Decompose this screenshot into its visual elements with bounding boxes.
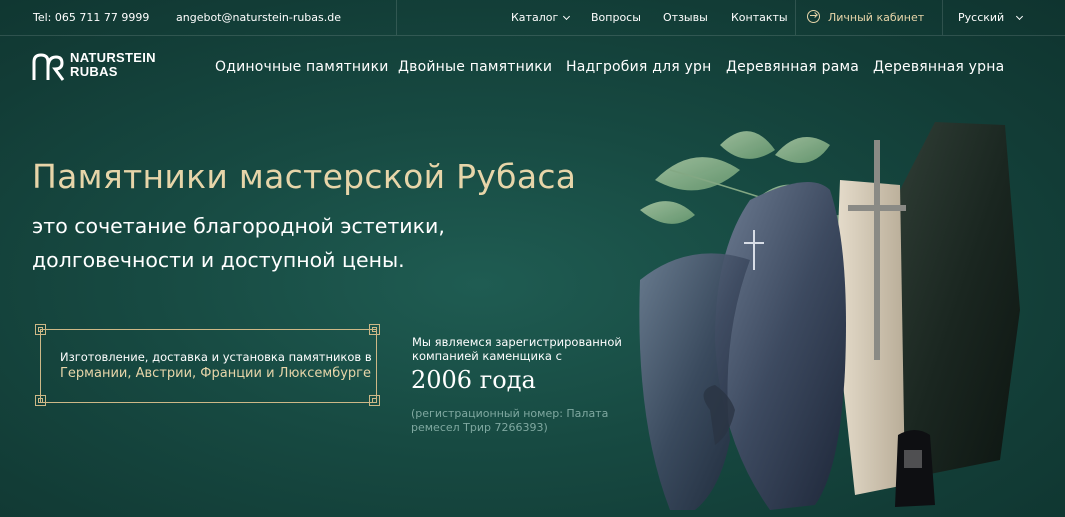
hero-title: Памятники мастерской Рубаса xyxy=(32,157,577,196)
top-bar: Tel: 065 711 77 9999 angebot@naturstein-… xyxy=(0,0,1065,36)
founding-year: 2006 года xyxy=(411,366,536,394)
service-countries: Германии, Австрии, Франции и Люксембурге xyxy=(60,366,371,381)
nav-wooden-frame[interactable]: Деревянная рама xyxy=(726,59,859,75)
divider xyxy=(396,0,397,35)
menu-contacts[interactable]: Контакты xyxy=(731,11,788,24)
hero-subtitle-line-2: долговечности и доступной цены. xyxy=(32,248,405,272)
chevron-down-icon xyxy=(563,12,571,21)
chevron-down-icon[interactable] xyxy=(1015,12,1024,21)
phone-link[interactable]: Tel: 065 711 77 9999 xyxy=(33,11,149,24)
service-text: Изготовление, доставка и установка памят… xyxy=(60,350,372,364)
nav-wooden-urn[interactable]: Деревянная урна xyxy=(873,59,1004,75)
nav-urn-headstones[interactable]: Надгробия для урн xyxy=(566,59,711,75)
email-link[interactable]: angebot@naturstein-rubas.de xyxy=(176,11,341,24)
divider xyxy=(795,0,796,35)
box-corner-ornament xyxy=(369,395,380,406)
box-corner-ornament xyxy=(35,324,46,335)
menu-catalog-label: Каталог xyxy=(511,11,559,24)
login-arrow-icon[interactable] xyxy=(807,10,820,23)
logo-line-1: NATURSTEIN xyxy=(70,50,156,65)
divider xyxy=(942,0,943,35)
logo-line-2: RUBAS xyxy=(70,64,118,79)
registration-text-line-2: компанией каменщика с xyxy=(412,349,562,363)
hero-subtitle-line-1: это сочетание благородной эстетики, xyxy=(32,214,445,238)
box-corner-ornament xyxy=(35,395,46,406)
menu-questions[interactable]: Вопросы xyxy=(591,11,641,24)
login-link[interactable]: Личный кабинет xyxy=(828,11,924,24)
nav-double-monuments[interactable]: Двойные памятники xyxy=(398,59,552,75)
menu-reviews[interactable]: Отзывы xyxy=(663,11,708,24)
menu-catalog[interactable]: Каталог xyxy=(511,11,571,24)
monuments-image xyxy=(639,122,1020,511)
logo-wordmark[interactable]: NATURSTEIN RUBAS xyxy=(70,51,156,79)
registration-number-line-2: ремесел Трир 7266393) xyxy=(411,421,548,434)
nav-single-monuments[interactable]: Одиночные памятники xyxy=(215,59,389,75)
language-select[interactable]: Русский xyxy=(958,11,1004,24)
registration-text-line-1: Мы являемся зарегистрированной xyxy=(412,335,622,349)
granite-slab xyxy=(900,122,1020,480)
registration-number-line-1: (регистрационный номер: Палата xyxy=(411,407,609,420)
box-corner-ornament xyxy=(369,324,380,335)
rubas-monogram-icon[interactable] xyxy=(31,52,65,82)
